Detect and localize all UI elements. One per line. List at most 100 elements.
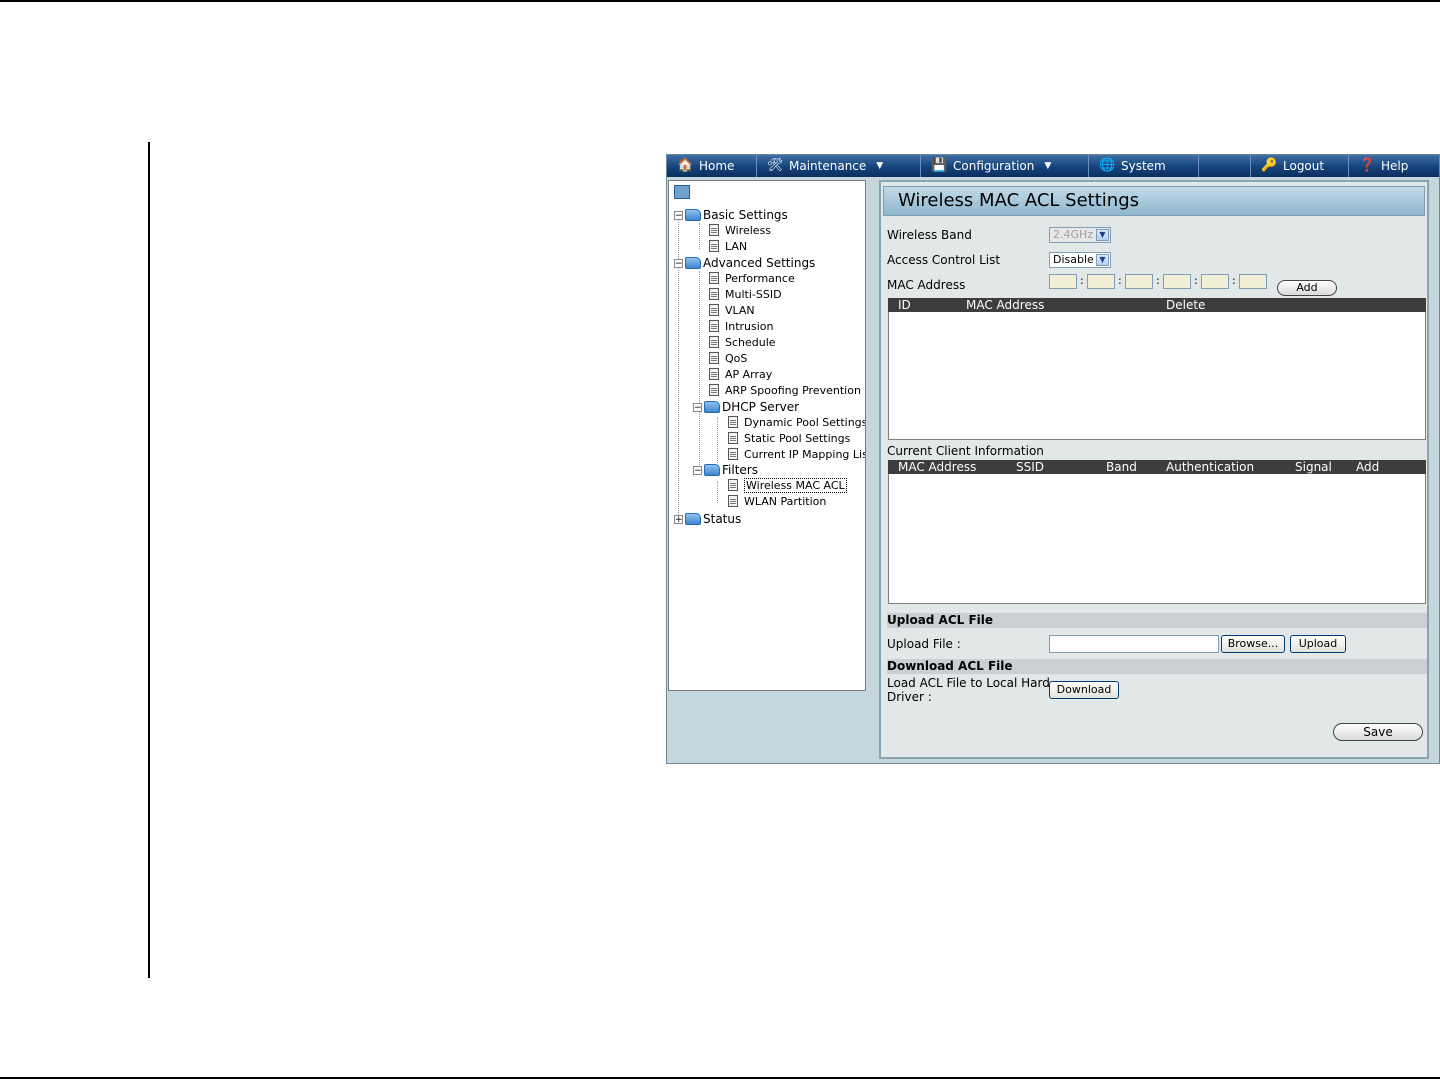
collapse-icon[interactable]: − xyxy=(674,258,683,268)
tree-schedule[interactable]: Schedule xyxy=(709,334,776,350)
nav-configuration-label: Configuration xyxy=(953,159,1035,173)
nav-system-label: System xyxy=(1121,159,1166,173)
chevron-down-icon: ▼ xyxy=(1044,161,1052,171)
tree-current-ip-mapping-label: Current IP Mapping List xyxy=(744,447,866,461)
acl-col-id: ID xyxy=(898,298,911,312)
mac-octet-2-input[interactable] xyxy=(1087,274,1115,289)
page-icon xyxy=(709,304,719,316)
tree-ap-array[interactable]: AP Array xyxy=(709,366,772,382)
tree-ap-array-label: AP Array xyxy=(725,367,773,381)
tree-lan[interactable]: LAN xyxy=(709,238,747,254)
app-window: 🏠 Home 🛠 Maintenance ▼ 💾 Configuration ▼… xyxy=(666,154,1440,764)
wireless-band-value: 2.4GHz xyxy=(1053,228,1094,241)
tree-lan-label: LAN xyxy=(725,239,748,253)
client-col-signal: Signal xyxy=(1295,460,1332,474)
nav-maintenance[interactable]: 🛠 Maintenance ▼ xyxy=(757,155,921,177)
tree-wireless[interactable]: Wireless xyxy=(709,222,771,238)
page-icon xyxy=(728,495,738,507)
mac-octet-4-input[interactable] xyxy=(1163,274,1191,289)
tree-wireless-mac-acl-label: Wireless MAC ACL xyxy=(744,477,847,493)
acl-table-header: ID MAC Address Delete xyxy=(888,298,1426,312)
wireless-band-select[interactable]: 2.4GHz ▼ xyxy=(1049,227,1111,243)
tree-guide-line xyxy=(699,271,700,473)
tree-wlan-partition[interactable]: WLAN Partition xyxy=(728,493,826,509)
tree-filters[interactable]: − Filters xyxy=(693,462,758,478)
acl-col-delete: Delete xyxy=(1166,298,1206,312)
folder-icon xyxy=(685,257,701,269)
browse-button[interactable]: Browse... xyxy=(1221,635,1285,653)
tree-vlan[interactable]: VLAN xyxy=(709,302,755,318)
folder-icon xyxy=(685,513,701,525)
acl-select[interactable]: Disable ▼ xyxy=(1049,252,1111,268)
tree-performance[interactable]: Performance xyxy=(709,270,795,286)
nav-home-label: Home xyxy=(699,159,735,173)
navigation-tree: − Basic Settings Wireless LAN − Advanced… xyxy=(668,180,866,691)
tree-advanced-settings[interactable]: − Advanced Settings xyxy=(674,255,815,271)
nav-maintenance-label: Maintenance xyxy=(789,159,867,173)
mac-octet-5-input[interactable] xyxy=(1201,274,1229,289)
nav-help[interactable]: ❓ Help xyxy=(1349,155,1439,177)
tree-intrusion-label: Intrusion xyxy=(725,319,774,333)
upload-file-input[interactable] xyxy=(1049,635,1219,653)
mac-address-label: MAC Address xyxy=(887,278,966,292)
nav-system[interactable]: 🌐 System xyxy=(1089,155,1199,177)
tree-intrusion[interactable]: Intrusion xyxy=(709,318,774,334)
collapse-icon[interactable]: − xyxy=(693,402,702,412)
key-icon: 🔑 xyxy=(1261,158,1278,173)
download-section-heading: Download ACL File xyxy=(887,659,1427,674)
page-icon xyxy=(709,352,719,364)
upload-button[interactable]: Upload xyxy=(1290,635,1346,653)
acl-table-body xyxy=(888,312,1426,440)
collapse-icon[interactable]: − xyxy=(693,465,702,475)
download-button[interactable]: Download xyxy=(1049,681,1119,699)
client-col-mac: MAC Address xyxy=(898,460,977,474)
acl-label: Access Control List xyxy=(887,253,1001,267)
mac-octet-3-input[interactable] xyxy=(1125,274,1153,289)
save-button[interactable]: Save xyxy=(1333,723,1423,741)
tree-wireless-mac-acl[interactable]: Wireless MAC ACL xyxy=(728,477,847,493)
tree-vlan-label: VLAN xyxy=(725,303,755,317)
tree-current-ip-mapping[interactable]: Current IP Mapping List xyxy=(728,446,866,462)
nav-configuration[interactable]: 💾 Configuration ▼ xyxy=(921,155,1089,177)
tree-basic-settings-label: Basic Settings xyxy=(703,208,788,222)
tree-filters-label: Filters xyxy=(722,463,758,477)
tree-static-pool[interactable]: Static Pool Settings xyxy=(728,430,850,446)
page-icon xyxy=(709,224,719,236)
page-icon xyxy=(728,432,738,444)
page-icon xyxy=(709,336,719,348)
chevron-down-icon: ▼ xyxy=(1096,254,1109,266)
acl-col-mac: MAC Address xyxy=(966,298,1045,312)
tree-multi-ssid[interactable]: Multi-SSID xyxy=(709,286,782,302)
tree-qos[interactable]: QoS xyxy=(709,350,747,366)
upload-section-heading: Upload ACL File xyxy=(887,613,1427,628)
tree-arp-spoofing[interactable]: ARP Spoofing Prevention xyxy=(709,382,861,398)
tree-status[interactable]: + Status xyxy=(674,511,741,527)
mac-separator: : xyxy=(1118,274,1122,287)
collapse-icon[interactable]: − xyxy=(674,210,683,220)
tree-basic-settings[interactable]: − Basic Settings xyxy=(674,207,788,223)
page-icon xyxy=(709,240,719,252)
tree-dhcp-server-label: DHCP Server xyxy=(722,400,800,414)
tree-guide-line xyxy=(717,481,718,503)
nav-help-label: Help xyxy=(1381,159,1409,173)
page-icon xyxy=(709,272,719,284)
tree-dynamic-pool[interactable]: Dynamic Pool Settings xyxy=(728,414,866,430)
page-left-rule xyxy=(148,142,150,978)
tree-wireless-label: Wireless xyxy=(725,223,772,237)
tree-dhcp-server[interactable]: − DHCP Server xyxy=(693,399,799,415)
mac-separator: : xyxy=(1156,274,1160,287)
client-col-add: Add xyxy=(1356,460,1380,474)
mac-separator: : xyxy=(1194,274,1198,287)
system-icon: 🌐 xyxy=(1099,158,1116,173)
page-title: Wireless MAC ACL Settings xyxy=(883,186,1425,216)
tree-dynamic-pool-label: Dynamic Pool Settings xyxy=(744,415,866,429)
nav-logout[interactable]: 🔑 Logout xyxy=(1251,155,1349,177)
computer-icon xyxy=(674,185,690,199)
add-button[interactable]: Add xyxy=(1277,280,1337,296)
mac-octet-1-input[interactable] xyxy=(1049,274,1077,289)
mac-octet-6-input[interactable] xyxy=(1239,274,1267,289)
mac-separator: : xyxy=(1232,274,1236,287)
nav-home[interactable]: 🏠 Home xyxy=(667,155,757,177)
expand-icon[interactable]: + xyxy=(674,514,683,524)
client-table-header: MAC Address SSID Band Authentication Sig… xyxy=(888,460,1426,474)
